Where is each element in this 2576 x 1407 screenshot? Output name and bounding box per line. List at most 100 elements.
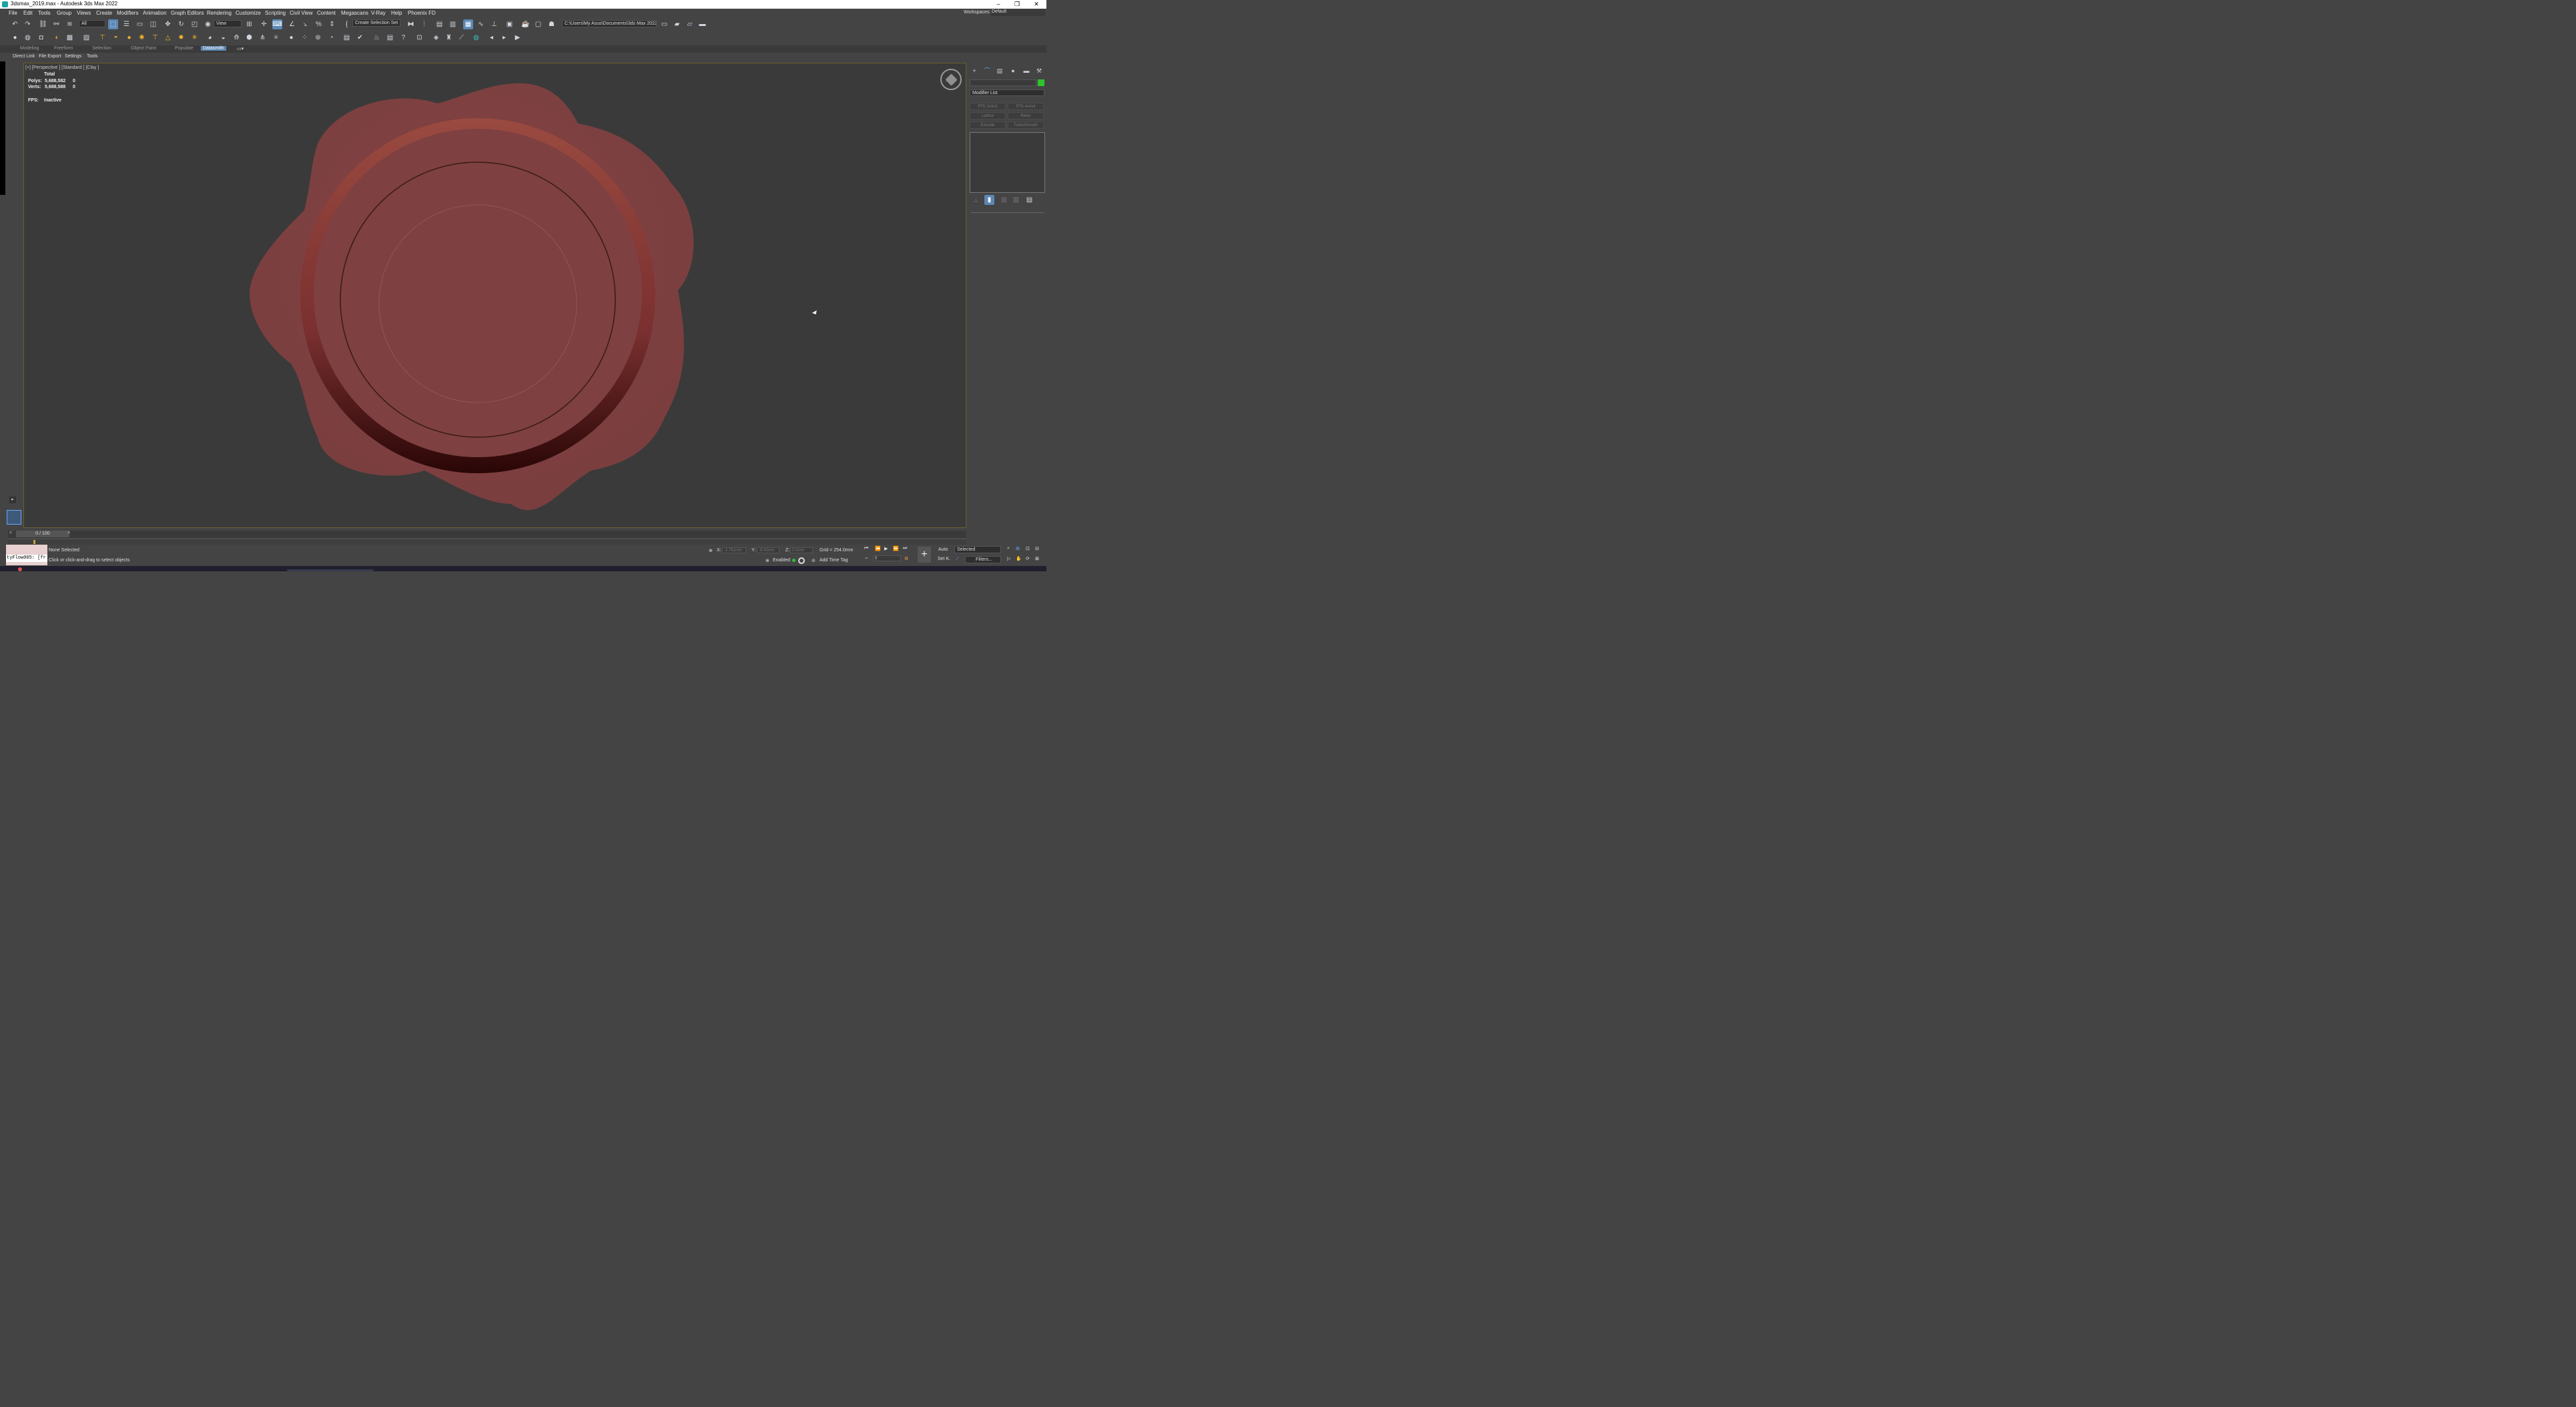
save-folder-icon[interactable]: ▱ [685, 19, 695, 29]
absolute-mode-icon[interactable]: ⊕ [709, 548, 713, 553]
rendered-frame-window-icon[interactable]: ▢ [533, 19, 543, 29]
phoenix-shirt-icon[interactable]: ♜ [444, 33, 454, 43]
vray-frame-buffer-icon[interactable]: ▩ [65, 33, 75, 43]
viewcube[interactable] [940, 69, 962, 90]
project-folder-icon[interactable]: ▭ [659, 19, 669, 29]
modify-tab-icon[interactable]: ⌒ [982, 67, 992, 75]
phoenix-particle-icon[interactable]: ◍ [471, 33, 481, 43]
isolate-icon[interactable]: ⊗ [765, 558, 769, 563]
zoom-extents-icon[interactable]: ⊡ [1026, 546, 1030, 551]
configure-modifier-sets-icon[interactable]: ▤ [1024, 195, 1034, 205]
object-color-swatch[interactable] [1038, 79, 1044, 86]
relax-button[interactable]: Relax [1008, 112, 1044, 119]
render-production-icon[interactable]: ☗ [547, 19, 557, 29]
x-coordinate-field[interactable]: -2.761mm [722, 547, 746, 553]
maximize-viewport-icon[interactable]: ⊠ [1035, 556, 1039, 561]
ffd-4x4x4-button[interactable]: FFD 4x4x4 [1008, 103, 1044, 110]
create-tab-icon[interactable]: + [970, 67, 979, 75]
vray-scene-icon[interactable]: ⬢ [244, 33, 254, 43]
material-sphere-icon[interactable]: ● [286, 33, 296, 43]
tab-object-paint[interactable]: Object Paint [131, 46, 156, 51]
project-path-select[interactable]: C:\Users\My Asus\Documents\3ds Max 2022 [562, 20, 657, 27]
menu-scripting[interactable]: Scripting [265, 10, 286, 16]
menu-help[interactable]: Help [391, 10, 402, 16]
spinner-snap-icon[interactable]: ⇕ [327, 19, 337, 29]
place-icon[interactable]: ◉ [203, 19, 213, 29]
angle-snap-icon[interactable]: ⦣ [300, 19, 310, 29]
vray-ambient-icon[interactable]: ⊤ [150, 33, 160, 43]
select-object-icon[interactable]: ⬚ [108, 19, 118, 29]
extrude-button[interactable]: Extrude [970, 121, 1006, 129]
key-tangent-icon[interactable]: ⟋ [956, 557, 959, 562]
select-manipulate-icon[interactable]: ✛ [259, 19, 269, 29]
render-icon[interactable]: ◍ [23, 33, 33, 43]
bind-space-warp-icon[interactable]: ≋ [65, 19, 75, 29]
lattice-button[interactable]: Lattice [970, 112, 1006, 119]
menu-vray[interactable]: V-Ray [371, 10, 386, 16]
render-setup-icon[interactable]: ☕ [521, 19, 531, 29]
vray-sphere-icon[interactable]: ◒ [218, 33, 228, 43]
selection-filter-select[interactable]: All [79, 20, 105, 27]
track-bar[interactable] [8, 539, 966, 545]
menu-animation[interactable]: Animation [143, 10, 167, 16]
vray-toolbar-icon[interactable]: ▤ [342, 33, 352, 43]
set-key-icon[interactable]: + [918, 547, 931, 563]
camera-icon[interactable]: ◘ [36, 33, 46, 43]
tab-datasmith[interactable]: Datasmith [201, 46, 226, 51]
phoenix-grid-icon[interactable]: ⊡ [414, 33, 424, 43]
time-next-icon[interactable]: > [67, 531, 70, 535]
rectangle-selection-icon[interactable]: ▭ [135, 19, 145, 29]
phoenix-source-icon[interactable]: ◈ [431, 33, 441, 43]
maxscript-input[interactable]: tyFlow005: [fr [6, 555, 47, 562]
turbosmooth-button[interactable]: TurboSmooth [1008, 121, 1044, 129]
viewcube-face-icon[interactable] [945, 73, 958, 86]
utilities-tab-icon[interactable]: ⚒ [1034, 67, 1044, 75]
menu-views[interactable]: Views [77, 10, 91, 16]
material-library-icon[interactable]: ⊛ [313, 33, 323, 43]
menu-phoenix-fd[interactable]: Phoenix FD [408, 10, 436, 16]
vray-plane-icon[interactable]: ⋔ [258, 33, 268, 43]
key-filters-button[interactable]: Filters... [965, 556, 1001, 563]
remove-modifier-icon[interactable]: ▥ [1011, 195, 1021, 205]
close-button[interactable]: ✕ [1027, 0, 1046, 9]
ffd-3x3x3-button[interactable]: FFD 3x3x3 [970, 103, 1006, 110]
zoom-all-icon[interactable]: ⊞ [1016, 546, 1020, 551]
phoenix-brush-icon[interactable]: ⟋ [456, 33, 466, 43]
window-crossing-icon[interactable]: ◫ [148, 19, 158, 29]
key-mode-icon[interactable]: ⇔ [864, 556, 869, 561]
motion-tab-icon[interactable]: ● [1008, 67, 1018, 75]
viewport-layout-icon[interactable] [7, 510, 21, 525]
vray-dome-icon[interactable]: ◓ [111, 33, 121, 43]
menu-file[interactable]: File [9, 10, 17, 16]
move-icon[interactable]: ✥ [163, 19, 173, 29]
maximize-button[interactable]: ❐ [1008, 0, 1026, 9]
show-end-result-icon[interactable]: ▮ [984, 195, 994, 205]
menu-modifiers[interactable]: Modifiers [117, 10, 138, 16]
go-to-end-icon[interactable]: ⏭ [903, 546, 907, 551]
redo-icon[interactable]: ↷ [23, 19, 33, 29]
phoenix-list-icon[interactable]: ▤ [385, 33, 395, 43]
current-frame-field[interactable]: 0 [873, 555, 901, 561]
orbit-icon[interactable]: ⟳ [1026, 556, 1030, 561]
y-coordinate-field[interactable]: -8.43mm [757, 547, 779, 553]
auto-key-button[interactable]: Auto [938, 547, 948, 552]
zoom-icon[interactable]: ⌕ [1007, 546, 1010, 551]
object-name-field[interactable] [970, 79, 1036, 86]
minimize-button[interactable]: – [989, 0, 1008, 9]
scale-icon[interactable]: ◰ [190, 19, 200, 29]
hierarchy-tab-icon[interactable]: ▤ [995, 67, 1004, 75]
phoenix-preview-icon[interactable]: ▶ [513, 33, 523, 43]
menu-megascans[interactable]: Megascans [341, 10, 368, 16]
menu-content[interactable]: Content [317, 10, 336, 16]
z-coordinate-field[interactable]: 0.0mm [790, 547, 813, 553]
zoom-extents-all-icon[interactable]: ⊟ [1035, 546, 1039, 551]
material-editor-icon[interactable]: ▣ [505, 19, 515, 29]
tab-modeling[interactable]: Modeling [20, 46, 39, 51]
time-tag-icon[interactable]: ⊘ [812, 558, 816, 563]
schematic-view-icon[interactable]: ⊥ [489, 19, 499, 29]
light-icon[interactable]: ◐ [52, 33, 62, 43]
expand-panel-button[interactable]: ▸ [9, 497, 16, 503]
menu-create[interactable]: Create [96, 10, 112, 16]
tab-freeform[interactable]: Freeform [54, 46, 73, 51]
key-filter-select[interactable]: Selected [954, 546, 1001, 553]
